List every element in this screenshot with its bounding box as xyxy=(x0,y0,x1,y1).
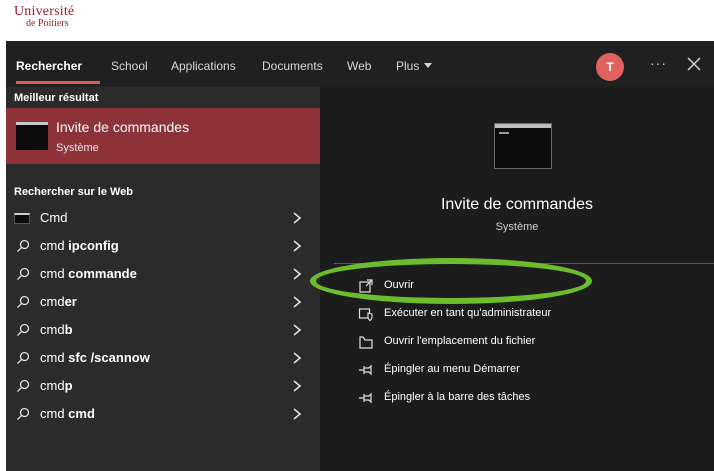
web-result-label: cmd cmd xyxy=(40,406,95,421)
web-result-label: cmdb xyxy=(40,322,73,337)
pin-icon xyxy=(359,392,372,404)
web-result-item[interactable]: cmd cmd xyxy=(6,401,320,427)
web-result-label: cmd sfc /scannow xyxy=(40,350,150,365)
shield-icon xyxy=(358,308,373,322)
pin-icon xyxy=(359,364,372,376)
web-result-item[interactable]: cmdp xyxy=(6,373,320,399)
action-run-as-admin[interactable]: Exécuter en tant qu'administrateur xyxy=(320,301,714,327)
preview-divider xyxy=(334,263,714,264)
tab-applications[interactable]: Applications xyxy=(171,59,236,73)
best-match-item[interactable]: Invite de commandes Système xyxy=(6,108,320,164)
web-result-label: Cmd xyxy=(40,210,68,225)
action-label: Épingler à la barre des tâches xyxy=(384,391,531,403)
tab-rechercher[interactable]: Rechercher xyxy=(16,59,82,73)
chevron-right-icon xyxy=(293,212,302,224)
open-icon xyxy=(359,279,373,293)
chevron-right-icon xyxy=(293,380,302,392)
web-result-item[interactable]: cmd sfc /scannow xyxy=(6,345,320,371)
web-result-label: cmd ipconfig xyxy=(40,238,119,253)
tab-school[interactable]: School xyxy=(111,59,148,73)
search-icon xyxy=(17,351,30,364)
web-result-item[interactable]: cmd commande xyxy=(6,261,320,287)
chevron-right-icon xyxy=(293,352,302,364)
web-result-item[interactable]: cmder xyxy=(6,289,320,315)
action-label: Exécuter en tant qu'administrateur xyxy=(384,307,552,319)
search-icon xyxy=(17,267,30,280)
action-label: Épingler au menu Démarrer xyxy=(384,363,520,375)
cmd-icon-titlebar xyxy=(495,124,551,128)
search-icon xyxy=(17,323,30,336)
cmd-icon-prompt xyxy=(499,132,509,134)
action-open[interactable]: Ouvrir xyxy=(320,273,714,299)
search-icon xyxy=(17,239,30,252)
web-result-label: cmd commande xyxy=(40,266,137,281)
tab-plus[interactable]: Plus xyxy=(396,59,433,73)
tab-plus-label: Plus xyxy=(396,59,420,73)
user-avatar[interactable]: T xyxy=(596,53,624,81)
action-label: Ouvrir xyxy=(384,279,414,291)
chevron-right-icon xyxy=(293,324,302,336)
action-label: Ouvrir l'emplacement du fichier xyxy=(384,335,536,347)
results-panel: Meilleur résultat Invite de commandes Sy… xyxy=(6,87,320,471)
preview-title: Invite de commandes xyxy=(440,196,594,213)
action-open-file-location[interactable]: Ouvrir l'emplacement du fichier xyxy=(320,329,714,355)
tab-documents[interactable]: Documents xyxy=(262,59,323,73)
more-options-icon[interactable]: ··· xyxy=(650,55,667,71)
search-icon xyxy=(17,407,30,420)
chevron-right-icon xyxy=(293,240,302,252)
search-tab-bar: Rechercher School Applications Documents… xyxy=(6,41,714,87)
web-search-header: Rechercher sur le Web xyxy=(14,186,134,198)
cmd-icon xyxy=(16,122,48,150)
web-result-label: cmdp xyxy=(40,378,73,393)
web-result-item[interactable]: Cmd xyxy=(6,205,320,231)
preview-subtitle: Système xyxy=(495,221,539,233)
web-result-item[interactable]: cmdb xyxy=(6,317,320,343)
preview-panel: Invite de commandes Système Ouvrir Exécu… xyxy=(320,87,714,471)
best-match-title: Invite de commandes xyxy=(56,119,190,135)
active-tab-underline xyxy=(16,81,100,84)
cmd-icon xyxy=(494,123,552,169)
action-pin-to-taskbar[interactable]: Épingler à la barre des tâches xyxy=(320,385,714,411)
action-pin-to-start[interactable]: Épingler au menu Démarrer xyxy=(320,357,714,383)
chevron-right-icon xyxy=(293,408,302,420)
close-icon[interactable] xyxy=(686,56,702,72)
logo-line-2: de Poitiers xyxy=(26,18,69,29)
chevron-right-icon xyxy=(293,296,302,308)
best-match-subtitle: Système xyxy=(56,142,99,154)
best-match-header: Meilleur résultat xyxy=(14,92,99,104)
folder-icon xyxy=(359,336,373,349)
web-result-label: cmder xyxy=(40,294,77,309)
search-icon xyxy=(17,379,30,392)
tab-web[interactable]: Web xyxy=(347,59,371,73)
chevron-down-icon xyxy=(424,63,433,68)
web-result-item[interactable]: cmd ipconfig xyxy=(6,233,320,259)
search-window: Rechercher School Applications Documents… xyxy=(6,41,714,471)
search-icon xyxy=(17,295,30,308)
chevron-right-icon xyxy=(293,268,302,280)
university-logo: Université de Poitiers xyxy=(14,4,104,38)
cmd-icon xyxy=(14,213,30,224)
